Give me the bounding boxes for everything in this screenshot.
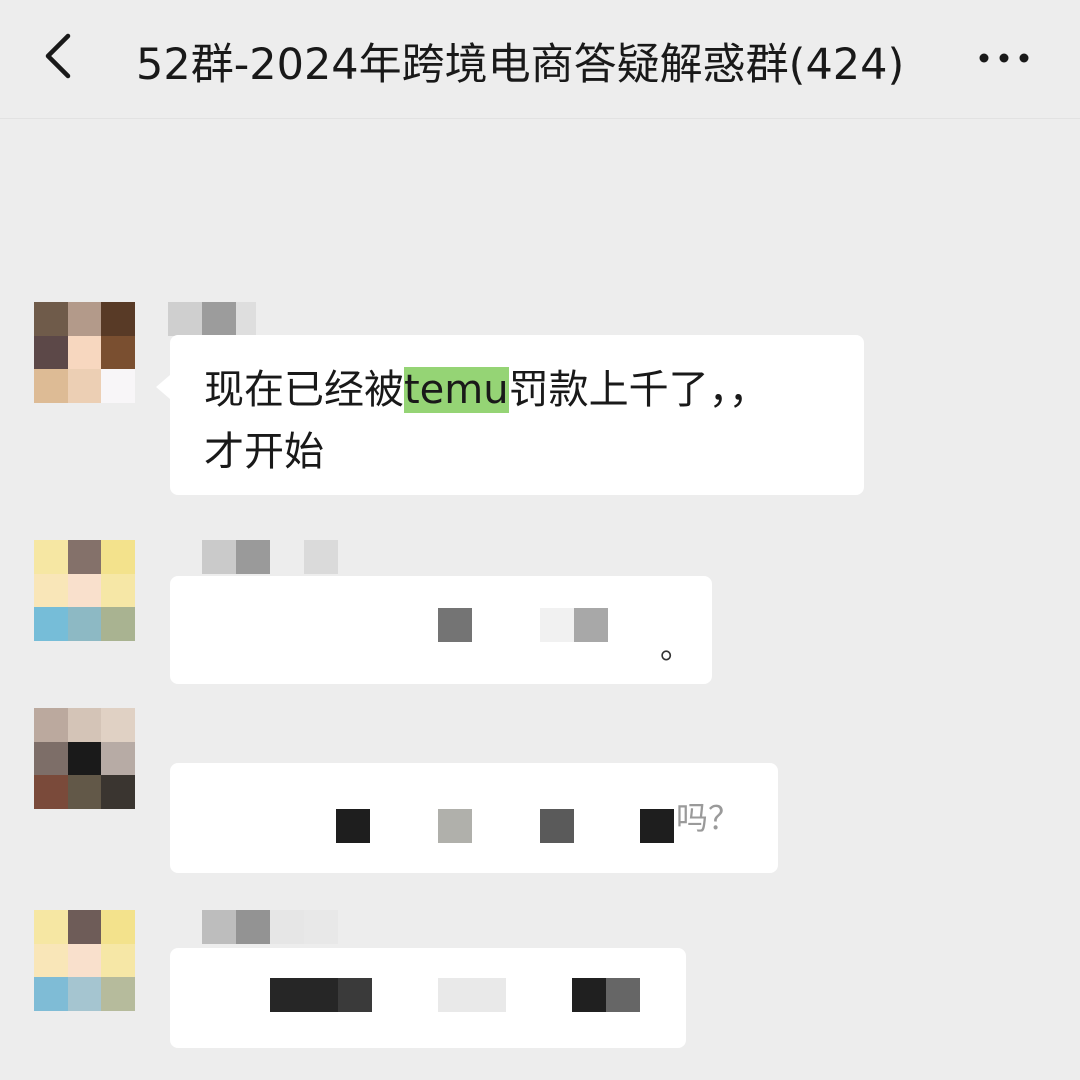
avatar[interactable]	[34, 302, 135, 403]
message-row: 吗？	[0, 708, 1080, 878]
blurred-content	[170, 576, 712, 684]
avatar[interactable]	[34, 540, 135, 641]
sender-name-blurred	[168, 302, 256, 336]
message-bubble-blurred[interactable]: 吗？	[170, 763, 778, 873]
back-button[interactable]	[40, 28, 84, 84]
chevron-left-icon	[45, 33, 71, 79]
message-bubble-blurred[interactable]	[170, 948, 686, 1048]
ellipsis-icon	[979, 53, 1029, 63]
sender-name-blurred	[202, 540, 338, 574]
sender-name-blurred	[202, 910, 338, 944]
message-row: 现在已经被temu罚款上千了，， 才开始	[0, 270, 1080, 510]
message-bubble-blurred[interactable]: 。	[170, 576, 712, 684]
message-bubble[interactable]: 现在已经被temu罚款上千了，， 才开始	[156, 335, 864, 495]
message-row: 。	[0, 540, 1080, 690]
chat-header: 52群-2024年跨境电商答疑解惑群(424)	[0, 0, 1080, 119]
message-row	[0, 910, 1080, 1080]
avatar[interactable]	[34, 910, 135, 1011]
avatar[interactable]	[34, 708, 135, 809]
search-highlight: temu	[404, 367, 509, 413]
chat-title: 52群-2024年跨境电商答疑解惑群(424)	[136, 40, 905, 90]
blurred-content	[170, 948, 686, 1048]
message-fragment: 。	[660, 628, 693, 666]
more-button[interactable]	[976, 40, 1032, 76]
bubble-arrow	[156, 375, 170, 399]
message-fragment: 吗？	[676, 799, 741, 837]
message-text: 现在已经被temu罚款上千了，， 才开始	[204, 367, 769, 475]
